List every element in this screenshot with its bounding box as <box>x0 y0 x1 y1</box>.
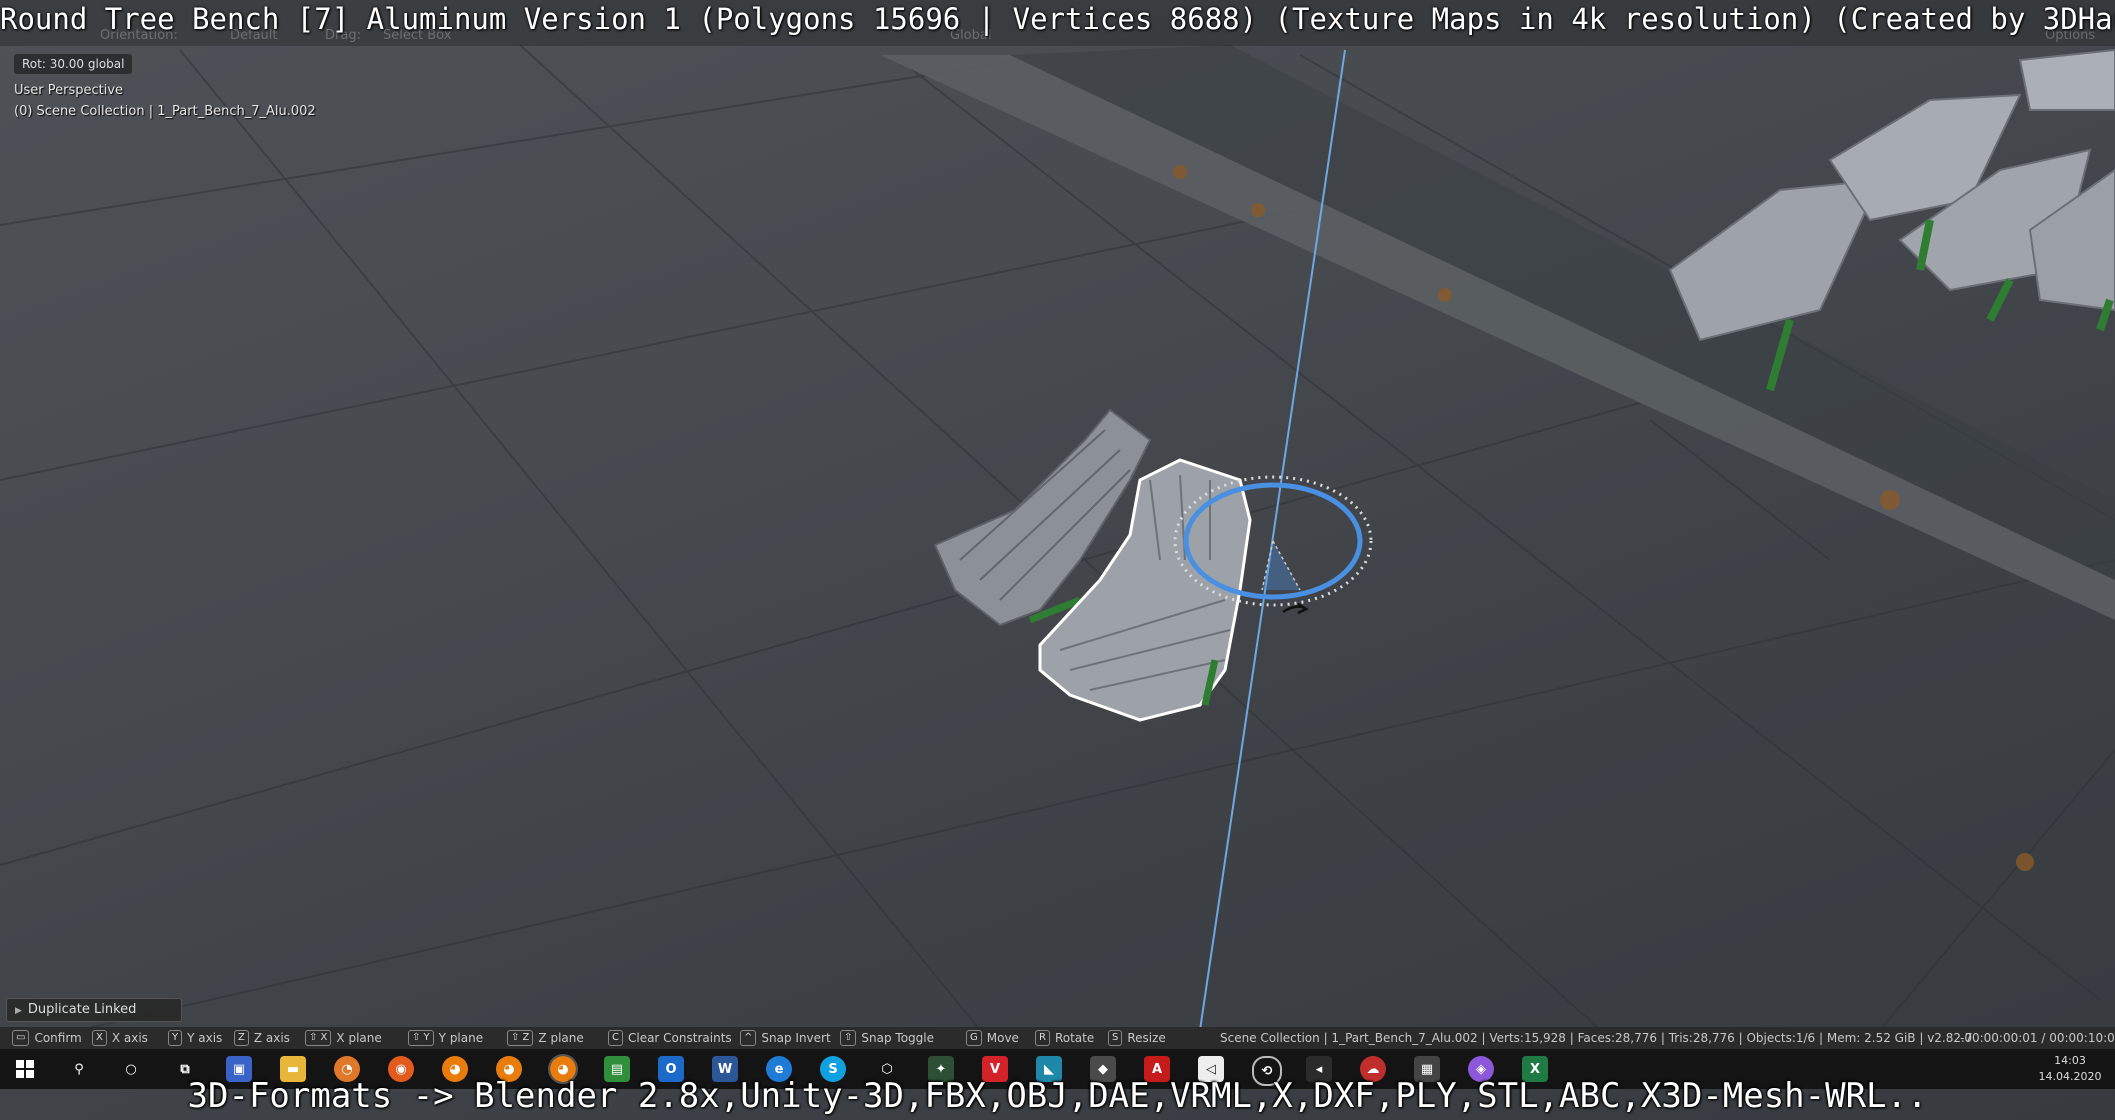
hint-resize: S Resize <box>1108 1027 1166 1049</box>
hint-z-plane: ⇧ ZZ plane <box>507 1027 584 1049</box>
hint-confirm: ▭ Confirm <box>12 1027 82 1049</box>
hint-x-plane: ⇧ XX plane <box>305 1027 382 1049</box>
video-caption-overlay: 3D-Formats -> Blender 2.8x,Unity-3D,FBX,… <box>187 1076 1928 1116</box>
last-operator-panel[interactable]: ▶ Duplicate Linked <box>6 998 182 1022</box>
scene-stats: Scene Collection | 1_Part_Bench_7_Alu.00… <box>1220 1031 1973 1045</box>
view-name: User Perspective <box>14 83 124 98</box>
timecode: -00:00:00:01 / 00:00:10:0 <box>1960 1031 2115 1045</box>
hint-x-axis: XX axis <box>92 1027 148 1049</box>
hint-clear-constraints: C Clear Constraints <box>608 1027 732 1049</box>
collection-info: (0) Scene Collection | 1_Part_Bench_7_Al… <box>14 104 316 119</box>
status-bar: ▭ Confirm XX axis YY axis ZZ axis ⇧ XX pl… <box>0 1027 2115 1049</box>
last-operator-label: Duplicate Linked <box>27 1002 137 1017</box>
hint-move: G Move <box>966 1027 1019 1049</box>
ctrl-icon: ^ <box>740 1030 757 1046</box>
hint-snap-invert: ^ Snap Invert <box>740 1027 831 1049</box>
hint-y-plane: ⇧ YY plane <box>408 1027 483 1049</box>
hint-snap-toggle: ⇧ Snap Toggle <box>840 1027 934 1049</box>
collapse-arrow-icon[interactable]: ▶ <box>15 1000 22 1022</box>
3d-viewport[interactable]: Orientation: Default Drag: Select Box Gl… <box>0 0 2115 1120</box>
hint-z-axis: ZZ axis <box>234 1027 290 1049</box>
mouse-icon: ▭ <box>12 1030 30 1046</box>
operation-badge: Rot: 30.00 global <box>14 54 133 74</box>
video-title-overlay: Round Tree Bench [7] Aluminum Version 1 … <box>0 2 2115 36</box>
hint-y-axis: YY axis <box>168 1027 222 1049</box>
scene-render <box>0 44 2115 1031</box>
hint-rotate: R Rotate <box>1035 1027 1094 1049</box>
clock-time: 14:03 <box>2054 1054 2086 1067</box>
